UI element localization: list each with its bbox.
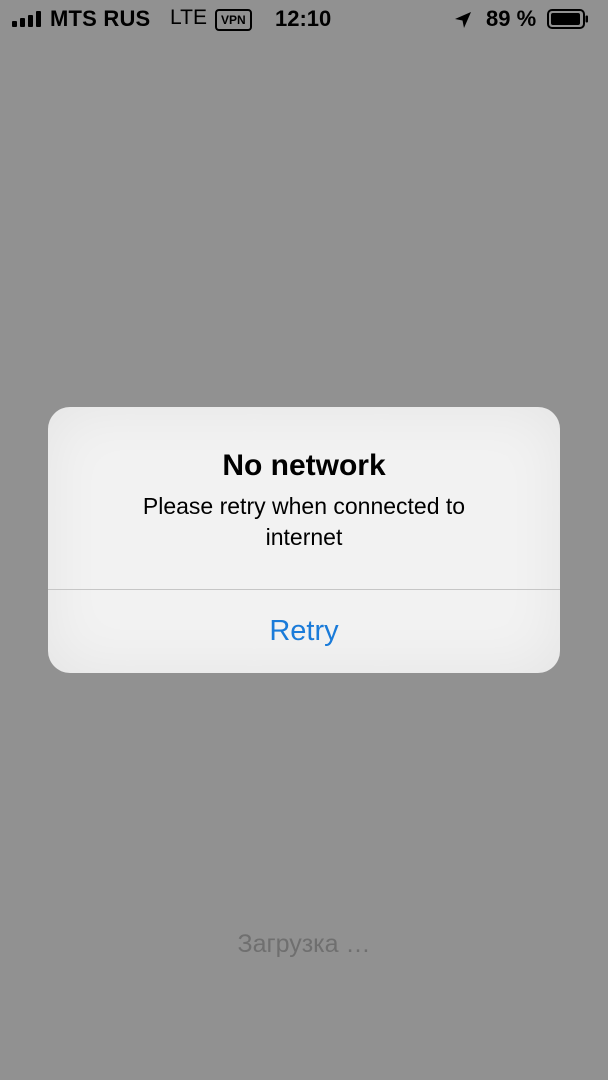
no-network-alert: No network Please retry when connected t… (48, 407, 560, 673)
status-bar: MTS RUS LTE VPN 12:10 89 % (0, 0, 608, 40)
status-time: 12:10 (275, 6, 332, 31)
loading-text: Загрузка … (237, 930, 371, 958)
app-screen: MTS RUS LTE VPN 12:10 89 % No network Pl… (0, 0, 608, 1080)
network-type: LTE (170, 6, 207, 29)
battery-percent: 89 % (486, 6, 537, 31)
alert-title: No network (222, 449, 386, 482)
signal-icon (12, 11, 41, 27)
retry-button[interactable]: Retry (48, 590, 560, 673)
battery-icon (547, 9, 588, 29)
location-arrow-icon (455, 12, 471, 28)
vpn-badge: VPN (215, 9, 252, 31)
alert-message: Please retry when connected to internet (142, 493, 466, 550)
carrier-name: MTS RUS (50, 6, 151, 31)
